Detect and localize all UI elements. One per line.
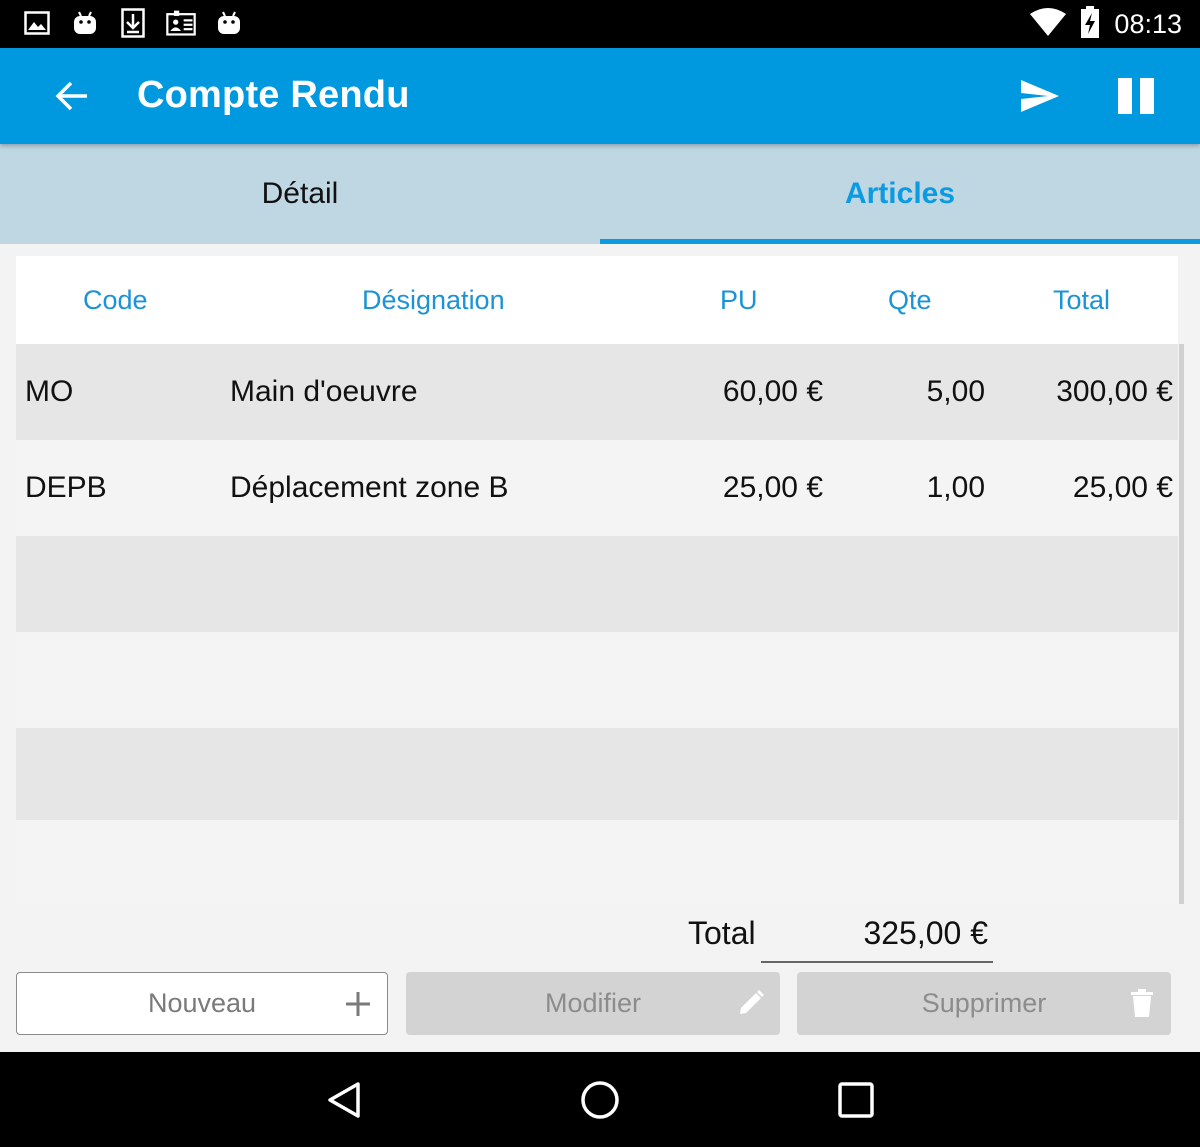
articles-table: Code Désignation PU Qte Total MO Main d'… — [16, 256, 1178, 904]
send-icon — [1021, 80, 1059, 112]
empty-row — [16, 536, 1178, 632]
nav-home-button[interactable] — [570, 1070, 630, 1130]
tab-articles[interactable]: Articles — [600, 144, 1200, 244]
status-bar: 08:13 — [0, 0, 1200, 48]
table-header: Code Désignation PU Qte Total — [16, 256, 1178, 344]
system-status: 08:13 — [1030, 6, 1182, 43]
nav-recents-button[interactable] — [826, 1070, 886, 1130]
header-pu[interactable]: PU — [720, 256, 758, 344]
cell-pu: 60,00 € — [722, 375, 823, 408]
header-qte[interactable]: Qte — [888, 256, 932, 344]
total-value: 325,00 € — [863, 915, 988, 951]
cell-designation: Déplacement zone B — [230, 471, 509, 504]
pause-button[interactable] — [1108, 72, 1164, 120]
notification-icons — [22, 8, 244, 38]
nav-back-button[interactable] — [314, 1070, 374, 1130]
new-button[interactable]: Nouveau — [16, 972, 388, 1035]
header-total[interactable]: Total — [1053, 256, 1110, 344]
pause-icon — [1118, 78, 1154, 114]
recents-square-icon — [838, 1082, 874, 1118]
cell-qte: 5,00 — [926, 375, 985, 408]
edit-button-label: Modifier — [544, 988, 642, 1018]
cell-qte: 1,00 — [926, 471, 985, 504]
back-button[interactable] — [48, 72, 96, 120]
battery-charging-icon — [1080, 6, 1100, 43]
app-bar: Compte Rendu — [0, 48, 1200, 144]
new-button-label: Nouveau — [147, 988, 257, 1018]
delete-button[interactable]: Supprimer — [797, 972, 1171, 1035]
tab-bar: Détail Articles — [0, 144, 1200, 244]
back-triangle-icon — [328, 1082, 360, 1118]
plus-icon — [339, 985, 377, 1023]
edit-button[interactable]: Modifier — [406, 972, 780, 1035]
cell-pu: 25,00 € — [722, 471, 823, 504]
page-title: Compte Rendu — [137, 74, 410, 116]
cell-total: 25,00 € — [1072, 471, 1173, 504]
empty-row — [16, 632, 1178, 728]
android-icon — [70, 8, 100, 38]
header-designation[interactable]: Désignation — [362, 256, 505, 344]
empty-row — [16, 728, 1178, 820]
clock: 08:13 — [1114, 9, 1182, 39]
navigation-bar — [0, 1052, 1200, 1147]
trash-icon — [1123, 984, 1161, 1022]
wifi-icon — [1030, 8, 1067, 41]
cell-code: DEPB — [25, 471, 107, 504]
android-icon — [214, 8, 244, 38]
cell-code: MO — [25, 375, 74, 408]
table-row[interactable]: DEPB Déplacement zone B 25,00 € 1,00 25,… — [16, 440, 1178, 536]
send-button[interactable] — [1012, 72, 1068, 120]
total-underline — [761, 961, 993, 963]
image-icon — [22, 8, 52, 38]
delete-button-label: Supprimer — [921, 988, 1047, 1018]
download-icon — [118, 8, 148, 38]
cell-designation: Main d'oeuvre — [230, 375, 418, 408]
tab-detail[interactable]: Détail — [0, 144, 600, 244]
back-arrow-icon — [55, 81, 87, 111]
cell-total: 300,00 € — [1056, 375, 1173, 408]
header-code[interactable]: Code — [83, 256, 148, 344]
home-circle-icon — [581, 1081, 619, 1119]
pencil-icon — [732, 984, 770, 1022]
total-label: Total — [688, 915, 756, 951]
table-row[interactable]: MO Main d'oeuvre 60,00 € 5,00 300,00 € — [16, 344, 1178, 440]
table-scrollbar[interactable] — [1179, 344, 1184, 904]
contact-card-icon — [166, 8, 196, 38]
